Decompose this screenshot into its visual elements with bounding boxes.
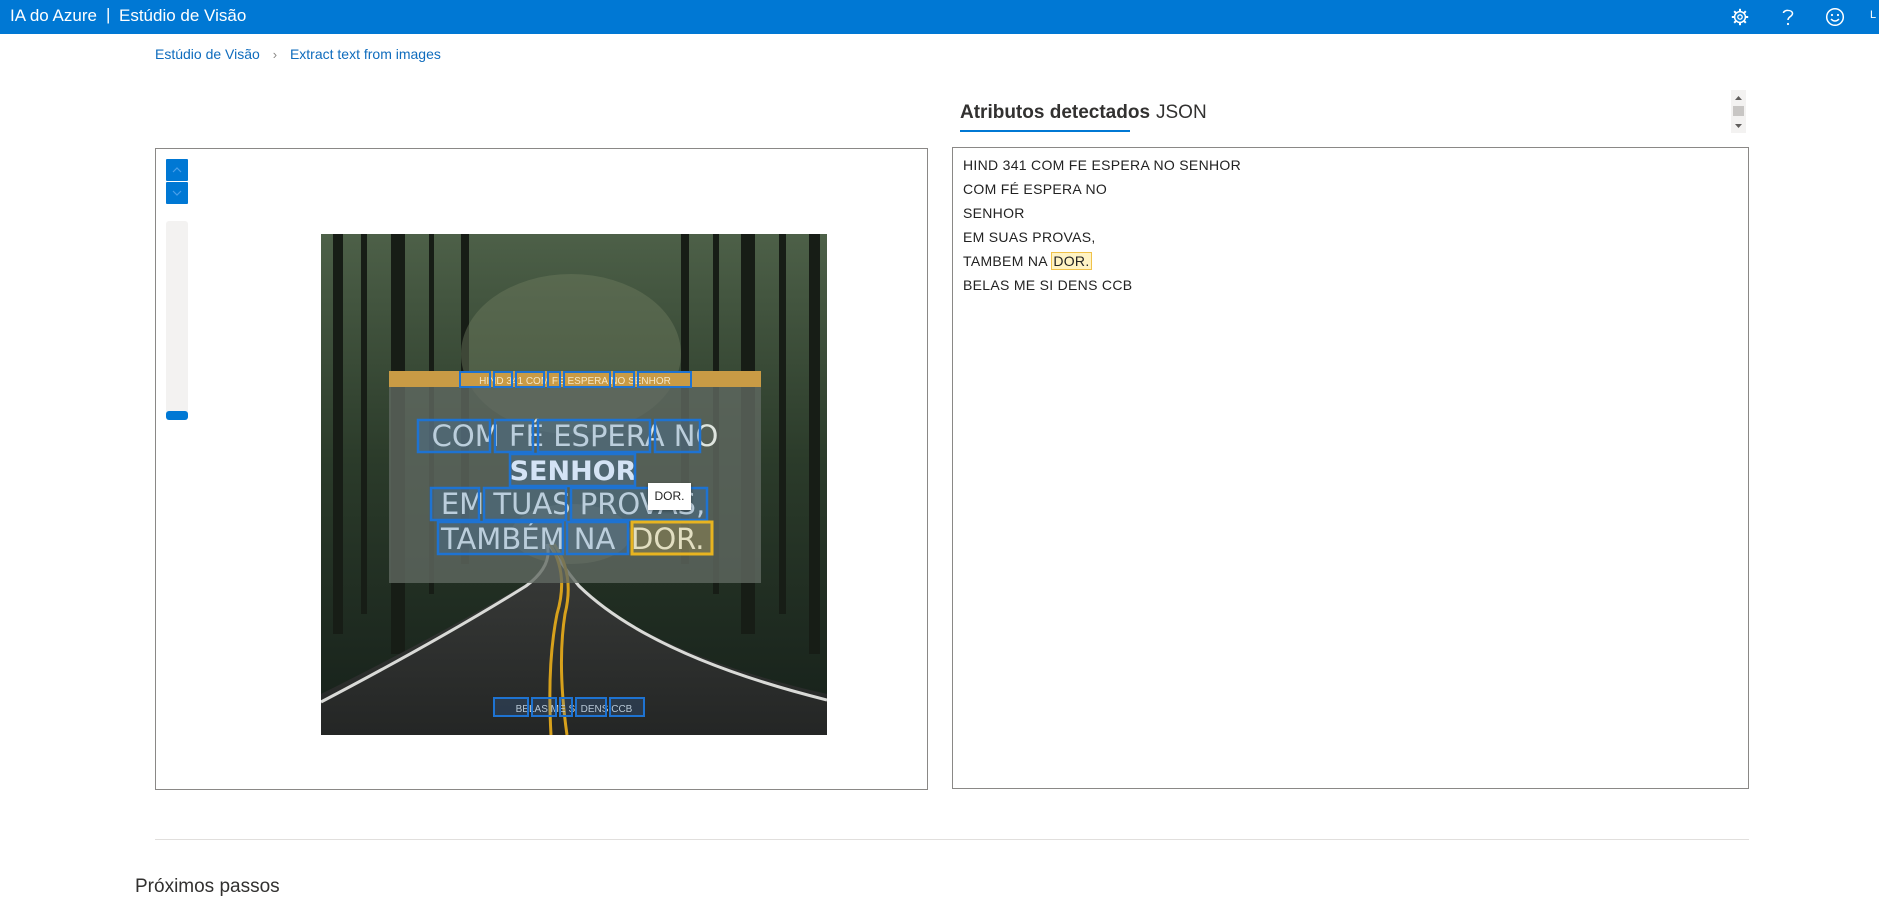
image-preview-panel: HIND 341 COM FE ESPERA NO SENHOR COM FÉ … [155, 148, 928, 790]
analyzed-image: HIND 341 COM FE ESPERA NO SENHOR COM FÉ … [321, 234, 827, 735]
ocr-line[interactable]: SENHOR [963, 205, 1025, 221]
word-tooltip: DOR. [648, 483, 691, 510]
active-tab-indicator [960, 130, 1130, 132]
zoom-out-button[interactable] [166, 182, 188, 204]
breadcrumb-current[interactable]: Extract text from images [290, 46, 441, 62]
ocr-line[interactable]: BELAS ME SI DENS CCB [963, 277, 1132, 293]
breadcrumb-root-link[interactable]: Estúdio de Visão [155, 46, 260, 62]
top-bar: IA do Azure | Estúdio de Visão L [0, 0, 1879, 34]
forest-road-photo: HIND 341 COM FE ESPERA NO SENHOR COM FÉ … [321, 234, 827, 735]
highlighted-word[interactable]: DOR. [1051, 252, 1092, 270]
feedback-smiley-icon[interactable] [1822, 4, 1848, 30]
brand-separator: | [106, 5, 111, 24]
ocr-line[interactable]: COM FÉ ESPERA NO [963, 181, 1107, 197]
next-steps-heading: Próximos passos [135, 876, 280, 897]
tabs-scrollbar[interactable] [1731, 90, 1746, 133]
gear-icon[interactable] [1727, 4, 1753, 30]
chevron-right-icon: › [272, 46, 278, 62]
overlay-line-1: HIND 341 COM FE ESPERA NO SENHOR [479, 376, 671, 387]
section-divider [155, 839, 1749, 840]
zoom-slider-track[interactable] [166, 221, 188, 417]
extracted-text-panel: HIND 341 COM FE ESPERA NO SENHOR COM FÉ … [952, 147, 1749, 789]
zoom-in-button[interactable] [166, 159, 188, 181]
ocr-line[interactable]: TAMBEM NA DOR. [963, 252, 1092, 270]
zoom-slider-thumb[interactable] [166, 411, 188, 420]
ocr-line[interactable]: HIND 341 COM FE ESPERA NO SENHOR [963, 157, 1241, 173]
ocr-line[interactable]: EM SUAS PROVAS, [963, 229, 1096, 245]
ocr-line-text: TAMBEM NA [963, 253, 1048, 269]
brand-link[interactable]: IA do Azure [10, 6, 97, 26]
product-title[interactable]: Estúdio de Visão [119, 6, 246, 26]
tab-json[interactable]: JSON [1156, 102, 1207, 124]
tab-detected-attributes[interactable]: Atributos detectados [960, 102, 1150, 124]
avatar[interactable]: L [1870, 9, 1876, 21]
breadcrumb: Estúdio de Visão › Extract text from ima… [155, 45, 441, 62]
help-icon[interactable] [1775, 4, 1801, 30]
